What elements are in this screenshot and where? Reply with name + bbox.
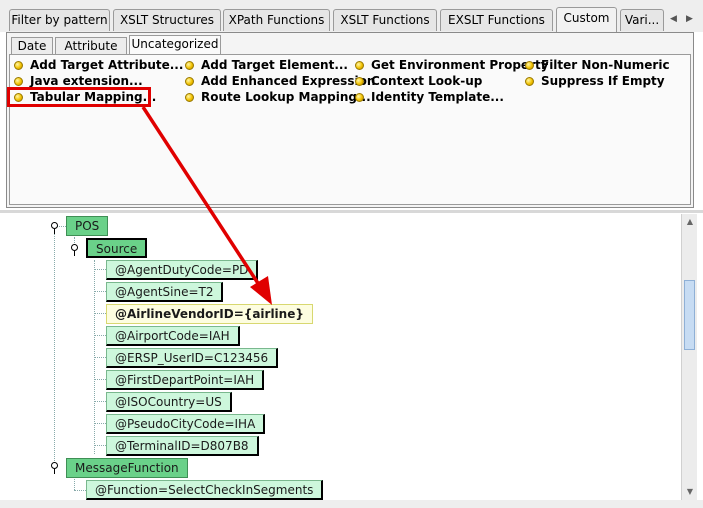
tree-connector — [94, 269, 106, 270]
tree-connector — [94, 445, 106, 446]
function-bullet-icon — [185, 93, 194, 102]
tree-node-pos[interactable]: POS — [66, 216, 109, 236]
chevron-left-icon[interactable]: ◀ — [667, 11, 680, 27]
palette-item-label: Add Enhanced Expression — [201, 74, 376, 88]
expand-toggle-stem — [74, 251, 75, 256]
tree-attr-pseudo-city-code[interactable]: @PseudoCityCode=IHA — [106, 414, 266, 434]
tree-attr-airline-vendor-id[interactable]: @AirlineVendorID={airline} — [106, 304, 313, 324]
tree-connector — [94, 291, 106, 292]
tree-scrollbar[interactable]: ▲ ▼ — [681, 214, 697, 500]
palette-item-identity-template[interactable]: Identity Template... — [355, 89, 504, 105]
tree-connector — [74, 476, 75, 490]
palette-item-label: Suppress If Empty — [541, 74, 665, 88]
tree-attr-agent-sine[interactable]: @AgentSine=T2 — [106, 282, 224, 302]
tab-xslt-functions[interactable]: XSLT Functions — [333, 9, 437, 31]
tab-xpath-functions[interactable]: XPath Functions — [223, 9, 330, 31]
tree-connector — [94, 357, 106, 358]
custom-functions-panel: Date Attribute Uncategorized Add Target … — [6, 32, 694, 208]
scroll-down-icon[interactable]: ▼ — [683, 485, 697, 499]
tree-node-source[interactable]: Source — [86, 238, 148, 258]
palette-item-filter-non-numeric[interactable]: Filter Non-Numeric — [525, 57, 670, 73]
palette-item-context-look-up[interactable]: Context Look-up — [355, 73, 482, 89]
palette-item-suppress-if-empty[interactable]: Suppress If Empty — [525, 73, 665, 89]
tree-connector — [54, 229, 55, 469]
tab-exslt-functions[interactable]: EXSLT Functions — [440, 9, 553, 31]
tree-attr-first-depart-point[interactable]: @FirstDepartPoint=IAH — [106, 370, 265, 390]
tree-attr-terminal-id[interactable]: @TerminalID=D807B8 — [106, 436, 259, 456]
status-strip — [0, 500, 703, 508]
annotation-highlight-box — [7, 87, 151, 107]
panel-splitter[interactable] — [0, 210, 703, 213]
tree-attr-airport-code[interactable]: @AirportCode=IAH — [106, 326, 240, 346]
tree-connector — [94, 401, 106, 402]
expand-toggle-icon[interactable] — [51, 222, 58, 229]
palette-item-label: Filter Non-Numeric — [541, 58, 670, 72]
expand-toggle-icon[interactable] — [71, 244, 78, 251]
function-bullet-icon — [185, 61, 194, 70]
expand-toggle-icon[interactable] — [51, 462, 58, 469]
tree-attr-iso-country[interactable]: @ISOCountry=US — [106, 392, 232, 412]
palette-item-label: Add Target Attribute... — [30, 58, 184, 72]
tree-connector — [94, 379, 106, 380]
function-bullet-icon — [525, 77, 534, 86]
function-bullet-icon — [355, 61, 364, 70]
tree-connector — [94, 335, 106, 336]
function-category-tabs: Filter by pattern XSLT Structures XPath … — [0, 0, 703, 32]
tree-connector — [94, 313, 106, 314]
function-bullet-icon — [14, 61, 23, 70]
palette-item-label: Add Target Element... — [201, 58, 348, 72]
tree-node-message-function[interactable]: MessageFunction — [66, 458, 188, 478]
subtab-date[interactable]: Date — [11, 37, 53, 55]
palette-item-label: Get Environment Property — [371, 58, 549, 72]
function-bullet-icon — [14, 77, 23, 86]
function-bullet-icon — [355, 93, 364, 102]
function-bullet-icon — [355, 77, 364, 86]
subtab-uncategorized[interactable]: Uncategorized — [129, 35, 221, 55]
tree-connector — [74, 490, 86, 491]
palette-item-label: Java extension... — [30, 74, 143, 88]
tab-custom[interactable]: Custom — [556, 7, 617, 32]
expand-toggle-stem — [54, 469, 55, 474]
palette-item-label: Route Lookup Mapping... — [201, 90, 371, 104]
palette-item-add-target-attribute[interactable]: Add Target Attribute... — [14, 57, 183, 73]
expand-toggle-stem — [54, 229, 55, 234]
scroll-up-icon[interactable]: ▲ — [683, 215, 697, 229]
tree-attr-agent-duty-code[interactable]: @AgentDutyCode=PD — [106, 260, 259, 280]
palette-item-label: Identity Template... — [371, 90, 504, 104]
palette-item-add-target-element[interactable]: Add Target Element... — [185, 57, 348, 73]
tree-attr-ersp-user-id[interactable]: @ERSP_UserID=C123456 — [106, 348, 279, 368]
tree-connector — [94, 423, 106, 424]
function-bullet-icon — [525, 61, 534, 70]
palette-item-get-environment-property[interactable]: Get Environment Property — [355, 57, 549, 73]
tab-xslt-structures[interactable]: XSLT Structures — [113, 9, 221, 31]
subtab-attribute[interactable]: Attribute — [55, 37, 127, 55]
function-palette-list: Add Target Attribute... Java extension..… — [9, 54, 691, 205]
source-tree: POS Source @AgentDutyCode=PD @AgentSine=… — [6, 214, 680, 500]
tab-variables[interactable]: Vari... — [620, 9, 664, 31]
scrollbar-thumb[interactable] — [684, 280, 695, 350]
chevron-right-icon[interactable]: ▶ — [683, 11, 696, 27]
tab-filter-by-pattern[interactable]: Filter by pattern — [9, 9, 110, 31]
palette-item-route-lookup-mapping[interactable]: Route Lookup Mapping... — [185, 89, 371, 105]
tree-attr-function[interactable]: @Function=SelectCheckInSegments — [86, 480, 324, 500]
palette-item-add-enhanced-expression[interactable]: Add Enhanced Expression — [185, 73, 375, 89]
palette-item-label: Context Look-up — [371, 74, 483, 88]
function-bullet-icon — [185, 77, 194, 86]
